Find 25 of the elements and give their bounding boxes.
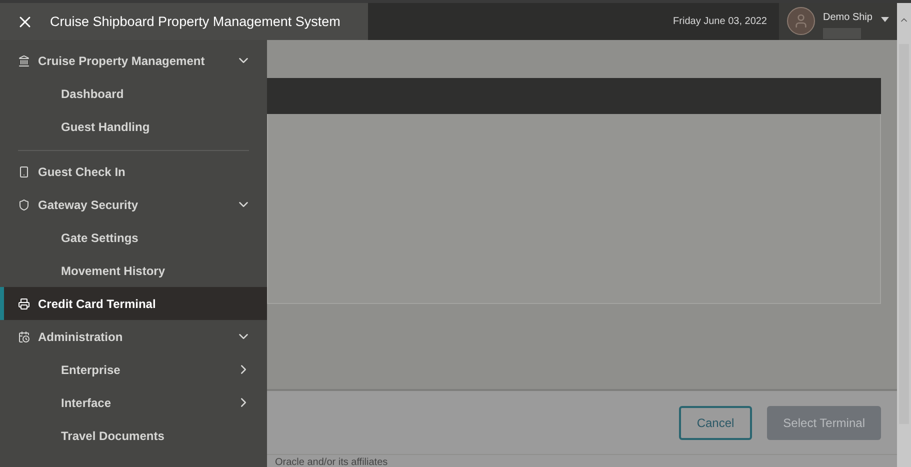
menu-item-icon xyxy=(18,54,30,66)
user-subtitle-placeholder xyxy=(823,28,861,39)
sidebar-subitem[interactable]: Enterprise xyxy=(0,353,267,386)
sidebar-item[interactable]: Administration xyxy=(0,320,267,353)
avatar xyxy=(787,7,815,35)
sidebar-subitem[interactable]: Movement History xyxy=(0,254,267,287)
copyright-text: Oracle and/or its affiliates xyxy=(275,457,388,467)
user-name[interactable]: Demo Ship xyxy=(823,12,872,23)
sidebar-subitem[interactable]: Travel Documents xyxy=(0,419,267,452)
sidebar-subitem[interactable]: Interface xyxy=(0,386,267,419)
date-text: Friday June 03, 2022 xyxy=(673,16,767,27)
sidebar-item[interactable]: Gateway Security xyxy=(0,188,267,221)
menu-item-icon xyxy=(18,330,30,342)
scrollbar[interactable] xyxy=(897,40,911,467)
sidebar-item[interactable]: Guest Check In xyxy=(0,155,267,188)
sidebar-subitem[interactable]: Guest Handling xyxy=(0,110,267,143)
menu-item-icon xyxy=(18,198,30,210)
menu-item-icon xyxy=(18,298,30,310)
sidebar-item[interactable]: Credit Card Terminal xyxy=(0,287,267,320)
app-title: Cruise Shipboard Property Management System xyxy=(50,14,340,29)
sidebar-item[interactable]: Cruise Property Management xyxy=(0,44,267,77)
sidebar-subitem[interactable]: Dashboard xyxy=(0,77,267,110)
caret-icon[interactable] xyxy=(881,17,889,22)
menu-item-icon xyxy=(18,166,30,178)
sidebar-subitem[interactable]: Gate Settings xyxy=(0,221,267,254)
